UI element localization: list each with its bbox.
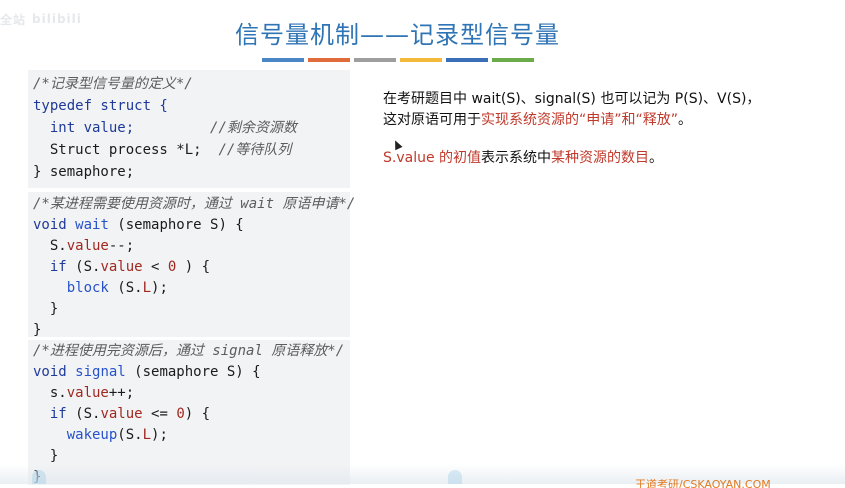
code-token: /*某进程需要使用资源时，通过 wait 原语申请*/	[33, 196, 356, 212]
code-token: S.	[33, 238, 67, 254]
code-token: );	[151, 280, 168, 296]
paragraph-2-suffix: 。	[649, 150, 664, 166]
code-token: wait	[75, 217, 109, 233]
code-token: ++;	[108, 385, 135, 401]
color-bar-segment	[262, 58, 304, 62]
code-line: } semaphore;	[28, 161, 350, 183]
paragraph-1-suffix: 。	[678, 112, 693, 128]
code-token: } semaphore;	[33, 164, 135, 180]
decoration-shape	[448, 470, 462, 484]
code-line: if (S.value <= 0) {	[28, 404, 350, 425]
code-line: block (S.L);	[28, 278, 350, 299]
code-line: void wait (semaphore S) {	[28, 215, 350, 236]
code-line: if (S.value < 0 ) {	[28, 257, 350, 278]
code-token: value	[100, 406, 143, 422]
code-token: int value;	[33, 120, 211, 136]
code-line: /*记录型信号量的定义*/	[28, 73, 350, 95]
code-token: /*进程使用完资源后，通过 signal 原语释放*/	[33, 343, 345, 359]
code-token: }	[33, 301, 59, 317]
code-token: --;	[108, 238, 135, 254]
code-line: int value; //剩余资源数	[28, 117, 350, 139]
decoration-shape	[32, 470, 46, 484]
code-token: value	[100, 259, 143, 275]
code-token: }	[33, 322, 42, 338]
paragraph-1-line-2: 这对原语可用于实现系统资源的“申请”和“释放”。	[383, 110, 813, 131]
code-token: <=	[142, 406, 177, 422]
code-token: void	[33, 217, 76, 233]
code-token: void	[33, 364, 76, 380]
code-line: void signal (semaphore S) {	[28, 362, 350, 383]
code-token: Struct process	[33, 142, 177, 158]
footer-logo: 王道考研/CSKAOYAN.COM	[635, 478, 771, 488]
code-line: }	[28, 299, 350, 320]
code-token: ;	[193, 142, 219, 158]
paragraph-pv-notation: 在考研题目中 wait(S)、signal(S) 也可以记为 P(S)、V(S)…	[383, 89, 813, 131]
code-token: value	[66, 385, 109, 401]
code-token: *L	[176, 142, 194, 158]
color-bar-segment	[446, 58, 488, 62]
paragraph-1-highlight: 实现系统资源的“申请”和“释放”	[481, 112, 679, 128]
code-block-semaphore-definition: /*记录型信号量的定义*/ typedef struct { int value;…	[28, 70, 350, 188]
code-token: ) {	[184, 406, 211, 422]
code-token: block	[33, 280, 118, 296]
code-line: wakeup(S.L);	[28, 425, 350, 446]
paragraph-1-line-1: 在考研题目中 wait(S)、signal(S) 也可以记为 P(S)、V(S)…	[383, 91, 761, 107]
code-line: /*进程使用完资源后，通过 signal 原语释放*/	[28, 341, 350, 362]
code-token: if	[33, 259, 76, 275]
code-token: (S.	[117, 280, 143, 296]
code-line: S.value--;	[28, 236, 350, 257]
code-token: );	[151, 427, 168, 443]
code-token: wakeup	[33, 427, 118, 443]
code-token: s.	[33, 385, 67, 401]
title-color-bar	[262, 58, 534, 62]
code-line: }	[28, 320, 350, 341]
color-bar-segment	[492, 58, 534, 62]
code-line: s.value++;	[28, 383, 350, 404]
color-bar-segment	[308, 58, 350, 62]
code-token: 0	[176, 406, 185, 422]
code-token: (semaphore S) {	[125, 364, 261, 380]
code-token: signal	[75, 364, 126, 380]
code-token: <	[142, 259, 168, 275]
code-token: if	[33, 406, 76, 422]
code-token: //等待队列	[218, 142, 292, 158]
code-token: }	[33, 448, 59, 464]
code-token: L	[142, 427, 152, 443]
code-token: /*记录型信号量的定义*/	[33, 76, 193, 92]
code-line: Struct process *L; //等待队列	[28, 139, 350, 161]
code-line: typedef struct {	[28, 95, 350, 117]
paragraph-2-highlight-2: 某种资源的数目	[551, 150, 650, 166]
color-bar-segment	[400, 58, 442, 62]
code-token: (S.	[75, 259, 101, 275]
code-token: typedef struct {	[33, 98, 168, 114]
code-token: (S.	[117, 427, 143, 443]
code-token: L	[142, 280, 152, 296]
code-line: /*某进程需要使用资源时，通过 wait 原语申请*/	[28, 194, 355, 215]
code-block-wait: /*某进程需要使用资源时，通过 wait 原语申请*/ void wait (se…	[28, 192, 355, 338]
code-token: (semaphore S) {	[108, 217, 244, 233]
code-token: (S.	[75, 406, 101, 422]
code-token: ) {	[176, 259, 211, 275]
color-bar-segment	[354, 58, 396, 62]
paragraph-2-highlight-1: S.value 的初值	[383, 150, 482, 166]
slide-title: 信号量机制——记录型信号量	[235, 21, 560, 49]
code-token: //剩余资源数	[210, 120, 297, 136]
paragraph-initial-value: S.value 的初值表示系统中某种资源的数目。	[383, 148, 813, 169]
paragraph-2-mid: 表示系统中	[481, 150, 552, 166]
paragraph-1-prefix: 这对原语可用于	[383, 112, 481, 128]
code-token: value	[66, 238, 109, 254]
